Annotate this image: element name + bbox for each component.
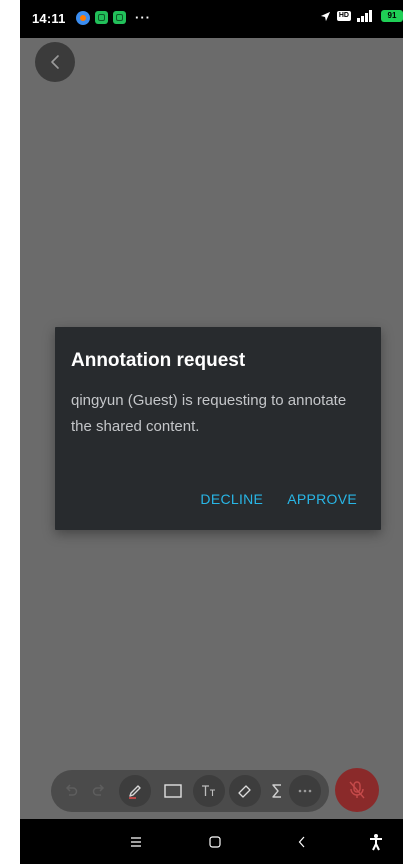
- location-arrow-icon: [320, 11, 330, 21]
- accessibility-icon: [370, 833, 382, 850]
- annotation-toolbar: [51, 770, 329, 812]
- signal-icon: [357, 10, 372, 22]
- text-tool-button[interactable]: [193, 775, 225, 807]
- phone-screen: 14:11 ··· HD 91 Annotation request qingy…: [20, 0, 403, 864]
- more-notifications-icon: ···: [135, 10, 151, 25]
- annotation-request-dialog: Annotation request qingyun (Guest) is re…: [55, 327, 381, 530]
- app-icon: [113, 11, 126, 24]
- hd-icon: HD: [336, 11, 351, 21]
- status-bar: 14:11 ··· HD 91: [20, 0, 403, 38]
- rectangle-icon: [164, 784, 182, 798]
- status-notification-icons: ···: [76, 10, 151, 25]
- chevron-left-icon: [51, 55, 59, 69]
- status-time: 14:11: [32, 11, 66, 26]
- more-icon: [298, 789, 312, 793]
- nav-home-button[interactable]: [195, 819, 235, 864]
- decline-button[interactable]: DECLINE: [200, 491, 263, 507]
- dialog-actions: DECLINE APPROVE: [200, 491, 357, 507]
- dialog-message: qingyun (Guest) is requesting to annotat…: [71, 392, 347, 435]
- nav-back-button[interactable]: [282, 819, 322, 864]
- pen-icon: [129, 785, 141, 799]
- mute-mic-button[interactable]: [335, 768, 379, 812]
- redo-icon: [92, 784, 105, 796]
- system-navigation-bar: [20, 819, 403, 864]
- pen-tool-button[interactable]: [119, 775, 151, 807]
- sum-icon: [272, 784, 281, 798]
- redo-button[interactable]: [83, 775, 115, 807]
- nav-menu-button[interactable]: [116, 819, 156, 864]
- status-system-icons: HD 91: [320, 10, 403, 22]
- eraser-icon: [238, 785, 251, 798]
- chevron-left-icon: [298, 836, 305, 847]
- home-square-icon: [209, 835, 221, 848]
- mic-off-icon: [349, 781, 365, 799]
- eraser-tool-button[interactable]: [229, 775, 261, 807]
- back-button[interactable]: [35, 42, 75, 82]
- undo-icon: [65, 784, 78, 796]
- battery-level: 91: [387, 11, 397, 20]
- messenger-icon: [76, 10, 90, 25]
- approve-button[interactable]: APPROVE: [287, 491, 357, 507]
- dialog-title: Annotation request: [71, 350, 246, 371]
- text-icon: [202, 785, 215, 796]
- accessibility-button[interactable]: [356, 819, 396, 864]
- rectangle-tool-button[interactable]: [157, 775, 189, 807]
- battery-icon: 91: [381, 10, 403, 22]
- app-icon: [95, 11, 108, 24]
- more-tools-button[interactable]: [289, 775, 321, 807]
- menu-icon: [131, 836, 141, 847]
